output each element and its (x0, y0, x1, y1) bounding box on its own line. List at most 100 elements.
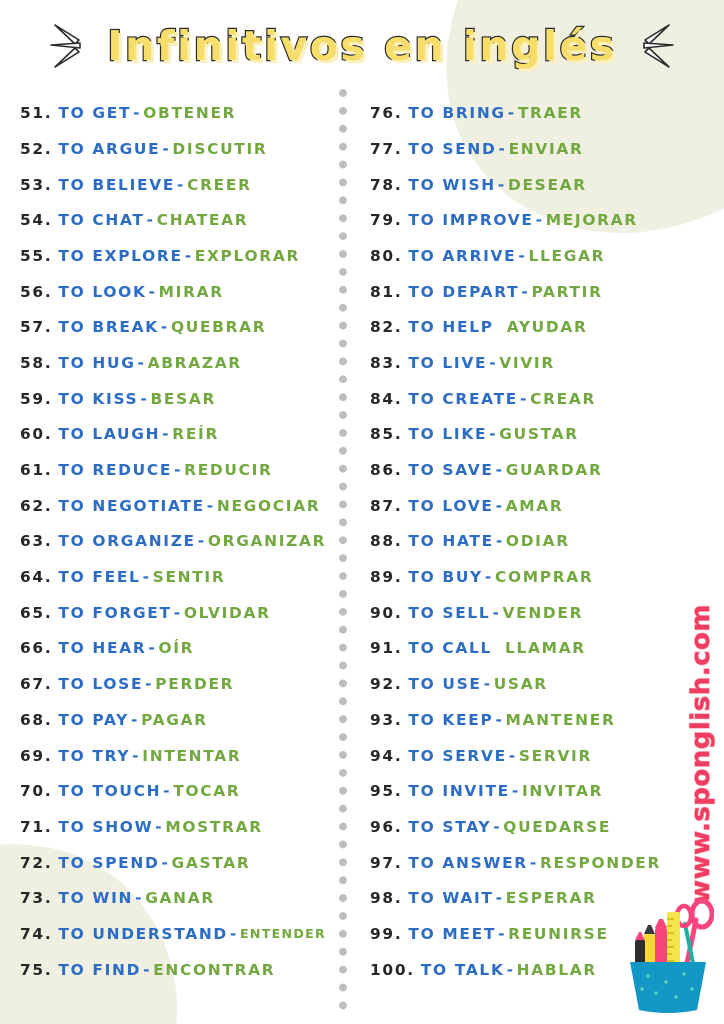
verb-english: TO WISH (408, 175, 496, 194)
verb-number: 63. (20, 532, 53, 551)
verb-number: 73. (20, 889, 53, 908)
verb-number: 93. (370, 710, 403, 729)
verb-row: 87. TO LOVE - AMAR (370, 489, 724, 525)
verb-number: 79. (370, 211, 403, 230)
verb-spanish: GUSTAR (499, 425, 579, 444)
verb-spanish: COMPRAR (494, 568, 594, 587)
verb-separator-dash: - (497, 175, 506, 194)
verb-english: TO EXPLORE (58, 246, 183, 265)
verb-spanish: INVITAR (521, 782, 604, 801)
verb-english: TO GET (58, 104, 132, 123)
verb-english: TO FORGET (58, 603, 172, 622)
verb-spanish: AYUDAR (506, 318, 588, 337)
verb-number: 82. (370, 318, 403, 337)
verb-spanish: HABLAR (516, 960, 597, 979)
verb-row: 64. TO FEEL - SENTIR (20, 560, 342, 596)
verb-number: 61. (20, 461, 53, 480)
verb-separator-dash: - (520, 389, 529, 408)
verb-spanish: TOCAR (173, 782, 241, 801)
verb-separator-dash: - (489, 353, 498, 372)
verb-separator-dash: - (521, 282, 530, 301)
verb-english: TO DEPART (408, 282, 520, 301)
verb-separator-dash: - (498, 139, 507, 158)
verb-row: 99. TO MEET - REUNIRSE (370, 917, 724, 953)
poster-canvas: Infinitivos en inglés 51. TO GET - OBTEN… (0, 0, 724, 1024)
verb-spanish: INTENTAR (142, 746, 242, 765)
verb-row: 61. TO REDUCE - REDUCIR (20, 453, 342, 489)
verb-number: 64. (20, 568, 53, 587)
verb-english: TO HEAR (58, 639, 147, 658)
verb-spanish: USAR (493, 675, 548, 694)
verb-separator-dash: - (146, 211, 155, 230)
verb-spanish: NEGOCIAR (216, 496, 321, 515)
verb-number: 71. (20, 817, 53, 836)
verb-number: 51. (20, 104, 53, 123)
verb-number: 97. (370, 853, 403, 872)
verb-row: 53. TO BELIEVE - CREER (20, 167, 342, 203)
verb-spanish: LLAMAR (505, 639, 586, 658)
verb-row: 84. TO CREATE - CREAR (370, 382, 724, 418)
verb-spanish: DESEAR (507, 175, 587, 194)
verb-row: 95. TO INVITE - INVITAR (370, 774, 724, 810)
verb-number: 99. (370, 924, 403, 943)
verb-english: TO LOSE (58, 675, 144, 694)
verb-row: 92. TO USE - USAR (370, 667, 724, 703)
verb-row: 71. TO SHOW - MOSTRAR (20, 810, 342, 846)
verb-row: 97. TO ANSWER - RESPONDER (370, 845, 724, 881)
verb-row: 86. TO SAVE - GUARDAR (370, 453, 724, 489)
verb-row: 75. TO FIND - ENCONTRAR (20, 953, 342, 989)
verb-spanish: MANTENER (505, 710, 616, 729)
verb-row: 93. TO KEEP - MANTENER (370, 703, 724, 739)
verb-separator-dash: - (162, 139, 171, 158)
verb-english: TO ORGANIZE (58, 532, 196, 551)
verb-number: 92. (370, 675, 403, 694)
verb-row: 68. TO PAY - PAGAR (20, 703, 342, 739)
verb-spanish: GASTAR (171, 853, 251, 872)
verb-separator-dash: - (140, 389, 149, 408)
verb-number: 53. (20, 175, 53, 194)
verb-row: 90. TO SELL - VENDER (370, 596, 724, 632)
verb-separator-dash: - (162, 425, 171, 444)
verb-spanish: CHATEAR (156, 211, 249, 230)
verb-english: TO TRY (58, 746, 131, 765)
verb-row: 73. TO WIN - GANAR (20, 881, 342, 917)
verb-column-right: 76. TO BRING - TRAER 77. TO SEND - ENVIAR… (342, 96, 724, 988)
verb-separator-dash: - (160, 318, 169, 337)
verb-spanish: ORGANIZAR (207, 532, 327, 551)
verb-separator-dash: - (148, 639, 157, 658)
verb-row: 96. TO STAY - QUEDARSE (370, 810, 724, 846)
verb-spanish: GUARDAR (505, 461, 603, 480)
verb-separator-dash: - (161, 853, 170, 872)
verb-row: 72. TO SPEND - GASTAR (20, 845, 342, 881)
verb-number: 75. (20, 960, 53, 979)
site-watermark: www.sponglish.com (680, 603, 722, 904)
verb-english: TO CHAT (58, 211, 145, 230)
verb-spanish: QUEBRAR (170, 318, 267, 337)
verb-english: TO ARGUE (58, 139, 161, 158)
verb-spanish: GANAR (145, 889, 215, 908)
verb-number: 60. (20, 425, 53, 444)
verb-number: 94. (370, 746, 403, 765)
verb-spanish: QUEDARSE (503, 817, 612, 836)
verb-spanish: REÍR (172, 425, 220, 444)
verb-number: 89. (370, 568, 403, 587)
verb-english: TO KISS (58, 389, 139, 408)
verb-number: 74. (20, 924, 53, 943)
verb-separator-dash: - (529, 853, 538, 872)
verb-english: TO HUG (58, 353, 136, 372)
verb-english: TO SEND (408, 139, 497, 158)
verb-row: 76. TO BRING - TRAER (370, 96, 724, 132)
verb-number: 98. (370, 889, 403, 908)
verb-row: 54. TO CHAT - CHATEAR (20, 203, 342, 239)
verb-english: TO LIVE (408, 353, 488, 372)
verb-row: 51. TO GET - OBTENER (20, 96, 342, 132)
verb-english: TO TOUCH (58, 782, 162, 801)
verb-number: 83. (370, 353, 403, 372)
verb-spanish: TRAER (517, 104, 583, 123)
burst-lines-right-icon (642, 24, 674, 68)
verb-english: TO SERVE (408, 746, 507, 765)
verb-separator-dash: - (173, 603, 182, 622)
verb-english: TO HELP (408, 318, 494, 337)
verb-number: 72. (20, 853, 53, 872)
verb-number: 65. (20, 603, 53, 622)
